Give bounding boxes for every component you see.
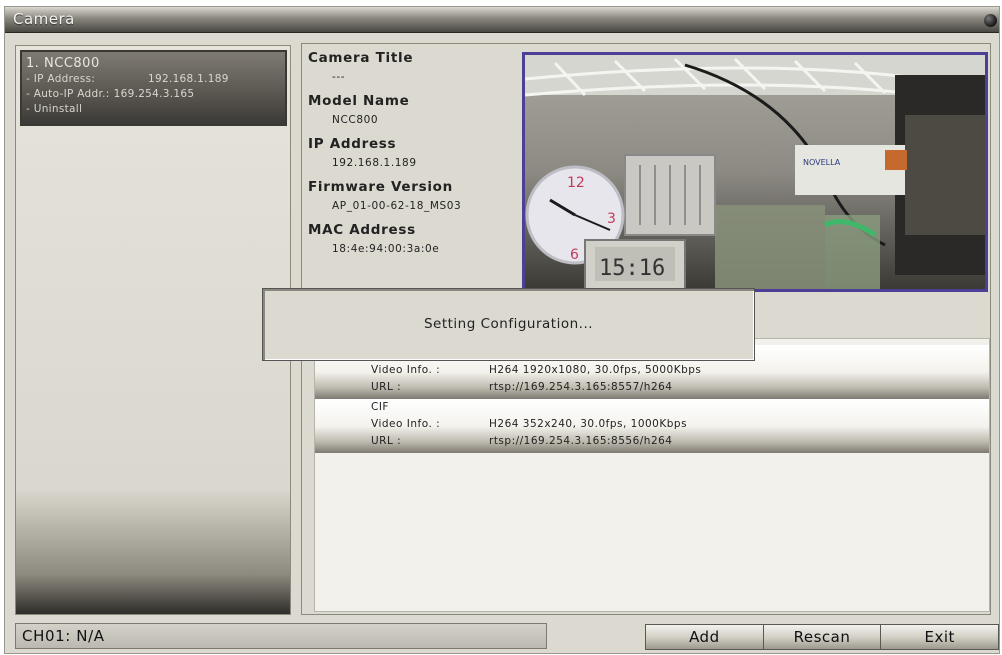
camera-title-value: ---	[332, 71, 346, 83]
stream-video-label: Video Info. :	[371, 364, 441, 376]
status-bar: CH01: N/A	[15, 623, 547, 649]
model-name-label: Model Name	[308, 93, 410, 109]
ip-address-value: 192.168.1.189	[332, 157, 417, 169]
add-button[interactable]: Add	[646, 625, 764, 649]
stream-url-label: URL :	[371, 381, 402, 393]
progress-dialog: Setting Configuration...	[262, 288, 755, 361]
mac-address-label: MAC Address	[308, 222, 416, 238]
firmware-version-label: Firmware Version	[308, 179, 453, 195]
device-list: 1. NCC800 - IP Address: 192.168.1.189 - …	[15, 45, 291, 615]
exit-button[interactable]: Exit	[881, 625, 999, 649]
stream-video-row: Video Info. : H264 1920x1080, 30.0fps, 5…	[371, 362, 989, 379]
svg-text:6: 6	[570, 247, 579, 263]
close-icon[interactable]	[984, 14, 997, 27]
stream-url-value: rtsp://169.254.3.165:8556/h264	[489, 435, 673, 447]
stream-item[interactable]: CIF Video Info. : H264 352x240, 30.0fps,…	[315, 399, 989, 453]
device-uninstall-row[interactable]: - Uninstall	[26, 102, 281, 117]
firmware-version-value: AP_01-00-62-18_MS03	[332, 200, 462, 212]
mac-address-value: 18:4e:94:00:3a:0e	[332, 243, 440, 255]
model-name-value: NCC800	[332, 114, 379, 126]
svg-text:12: 12	[567, 175, 585, 191]
stream-url-row: URL : rtsp://169.254.3.165:8556/h264	[371, 433, 989, 450]
preview-clock-digits: 15:16	[599, 256, 665, 281]
uninstall-link[interactable]: - Uninstall	[26, 102, 82, 117]
device-auto-ip-label: - Auto-IP Addr.:	[26, 88, 110, 100]
dialog-message: Setting Configuration...	[423, 316, 594, 332]
camera-preview: NOVELLA 12 3 6 15:16	[522, 52, 988, 292]
device-ip-row: - IP Address: 192.168.1.189	[26, 72, 281, 87]
device-auto-ip-row: - Auto-IP Addr.: 169.254.3.165	[26, 87, 281, 102]
device-ip-label: - IP Address:	[26, 73, 96, 85]
device-ip-value: 192.168.1.189	[148, 73, 229, 85]
stream-video-value: H264 352x240, 30.0fps, 1000Kbps	[489, 418, 688, 430]
svg-text:3: 3	[607, 211, 616, 227]
device-item[interactable]: 1. NCC800 - IP Address: 192.168.1.189 - …	[20, 50, 287, 126]
stream-video-row: Video Info. : H264 352x240, 30.0fps, 100…	[371, 416, 989, 433]
rescan-button[interactable]: Rescan	[763, 625, 882, 649]
stream-list: Video Info. : H264 1920x1080, 30.0fps, 5…	[314, 338, 990, 612]
camera-info: Camera Title --- Model Name NCC800 IP Ad…	[308, 50, 518, 265]
window-title: Camera	[13, 10, 75, 28]
ip-address-label: IP Address	[308, 136, 397, 152]
stream-name: CIF	[371, 401, 389, 413]
device-name: 1. NCC800	[26, 56, 100, 71]
camera-title-label: Camera Title	[308, 50, 414, 66]
stream-url-value: rtsp://169.254.3.165:8557/h264	[489, 381, 673, 393]
preview-image: NOVELLA 12 3 6 15:16	[525, 55, 985, 289]
stream-video-label: Video Info. :	[371, 418, 441, 430]
title-bar: Camera	[5, 7, 999, 33]
stream-url-row: URL : rtsp://169.254.3.165:8557/h264	[371, 379, 989, 396]
button-bar: Add Rescan Exit	[645, 624, 999, 650]
device-auto-ip-value: 169.254.3.165	[113, 88, 195, 100]
preview-sign-text: NOVELLA	[803, 158, 841, 167]
stream-video-value: H264 1920x1080, 30.0fps, 5000Kbps	[489, 364, 702, 376]
stream-url-label: URL :	[371, 435, 402, 447]
